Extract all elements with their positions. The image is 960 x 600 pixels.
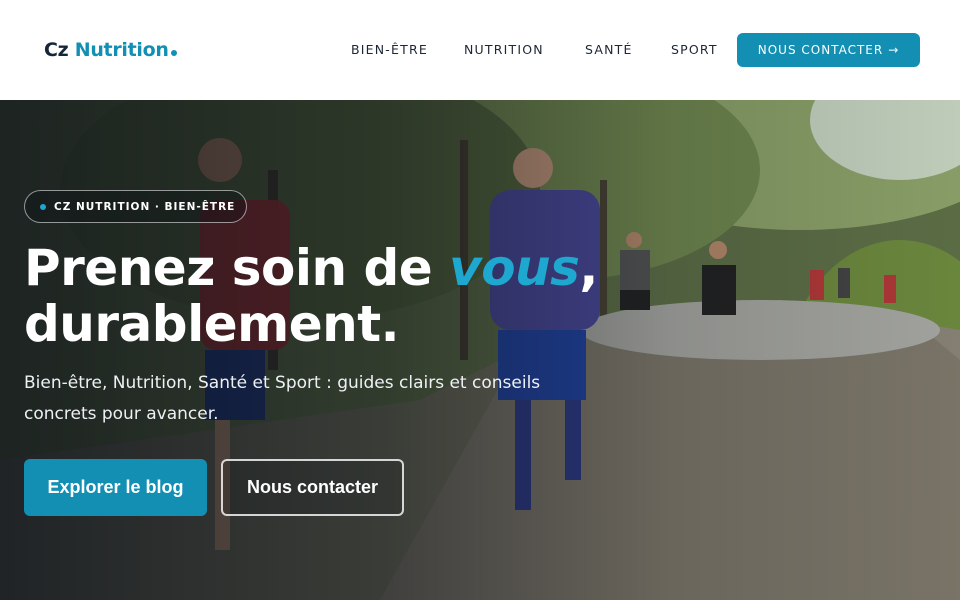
hero-badge-label: CZ NUTRITION · BIEN-ÊTRE: [54, 200, 236, 213]
headline-comma: ,: [579, 239, 598, 297]
nav-item-sante[interactable]: SANTÉ: [585, 41, 633, 59]
nav-item-sport[interactable]: SPORT: [671, 41, 718, 59]
headline-accent: vous: [449, 239, 580, 297]
hero-subtitle: Bien-être, Nutrition, Santé et Sport : g…: [24, 373, 541, 424]
hero-section: CZ NUTRITION · BIEN-ÊTRE Prenez soin de …: [0, 100, 960, 600]
contact-button[interactable]: Nous contacter: [221, 459, 404, 516]
nav-item-bien-etre[interactable]: BIEN-ÊTRE: [351, 41, 428, 59]
contact-cta-label: NOUS CONTACTER: [757, 43, 884, 57]
contact-cta-button[interactable]: NOUS CONTACTER →: [737, 33, 920, 67]
logo-text-nutrition: Nutrition: [74, 39, 169, 61]
nav-item-nutrition[interactable]: NUTRITION: [464, 41, 544, 59]
hero-badge: CZ NUTRITION · BIEN-ÊTRE: [24, 190, 247, 223]
headline-text-2: durablement.: [24, 295, 400, 353]
badge-dot-icon: [40, 203, 46, 210]
site-logo[interactable]: Cz Nutrition: [44, 38, 177, 62]
explore-blog-button[interactable]: Explorer le blog: [24, 459, 207, 516]
headline-text-1: Prenez soin de: [24, 239, 433, 297]
hero-headline: Prenez soin de vous, durablement.: [24, 240, 644, 352]
arrow-right-icon: →: [888, 43, 900, 57]
logo-dot-icon: [170, 50, 177, 56]
logo-text-cz: Cz: [44, 39, 69, 61]
site-header: Cz Nutrition BIEN-ÊTRE NUTRITION SANTÉ S…: [0, 0, 960, 100]
